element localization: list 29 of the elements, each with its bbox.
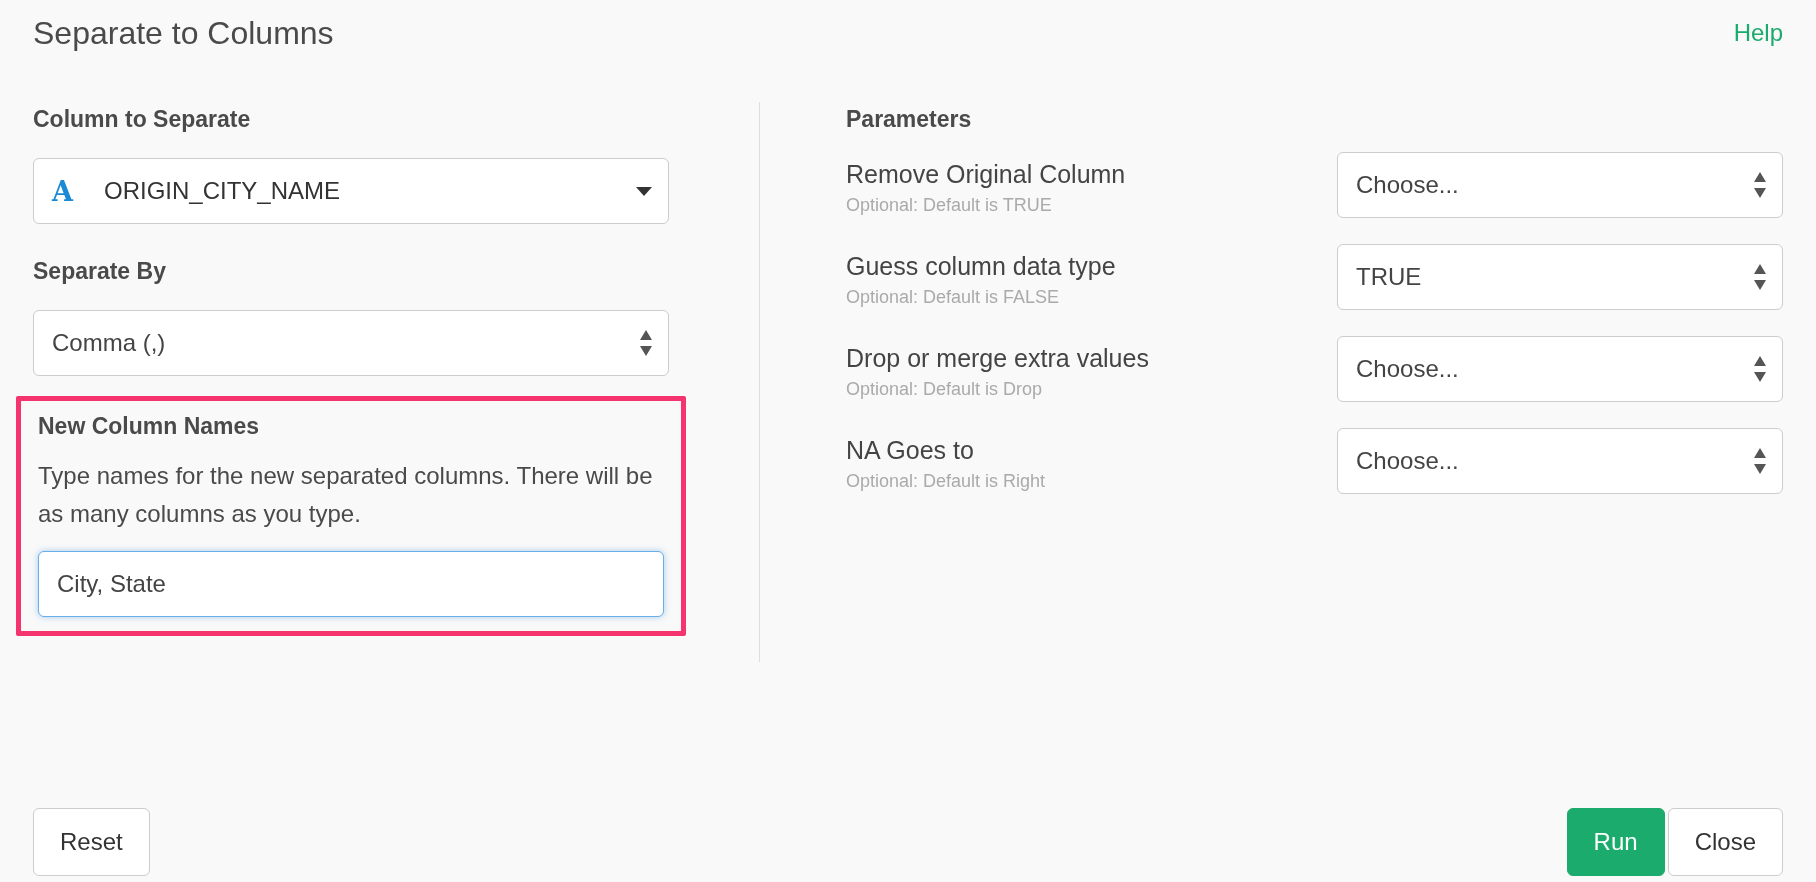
description-text: Type names for the new separated columns. There will be as many columns as you type. [38, 461, 654, 529]
close-button[interactable]: Close [1667, 808, 1783, 876]
parameter-select[interactable]: Choose... [1337, 336, 1783, 402]
up-down-arrows-icon [640, 330, 652, 356]
parameter-hint: Optional: Default is Drop [846, 379, 1044, 400]
reset-button[interactable]: Reset [33, 808, 150, 876]
up-down-arrows-icon [1754, 448, 1766, 474]
separator-select[interactable]: Comma (,) [33, 310, 669, 376]
parameter-name: Drop or merge extra values [846, 344, 1149, 373]
parameter-name: Guess column data type [846, 252, 1116, 281]
up-down-arrows-icon [1754, 356, 1766, 382]
parameter-hint: Optional: Default is Right [846, 471, 1046, 492]
section-label: Parameters [846, 106, 973, 134]
column-names-input[interactable]: City, State [38, 551, 664, 617]
section-label: Separate By [33, 258, 167, 286]
section-label: Column to Separate [33, 106, 252, 134]
parameter-select[interactable]: Choose... [1337, 428, 1783, 494]
up-down-arrows-icon [1754, 172, 1766, 198]
up-down-arrows-icon [1754, 264, 1766, 290]
column-dropdown[interactable]: A ORIGIN_CITY_NAME [33, 158, 669, 224]
parameter-select[interactable]: TRUE [1337, 244, 1783, 310]
section-label: New Column Names [38, 413, 261, 441]
dialog-title: Separate to Columns [33, 14, 334, 52]
parameter-hint: Optional: Default is FALSE [846, 287, 1061, 308]
parameter-name: NA Goes to [846, 436, 975, 465]
caret-icon [636, 186, 652, 196]
parameter-hint: Optional: Default is TRUE [846, 195, 1053, 216]
parameter-name: Remove Original Column [846, 160, 1126, 189]
parameter-select[interactable]: Choose... [1337, 152, 1783, 218]
